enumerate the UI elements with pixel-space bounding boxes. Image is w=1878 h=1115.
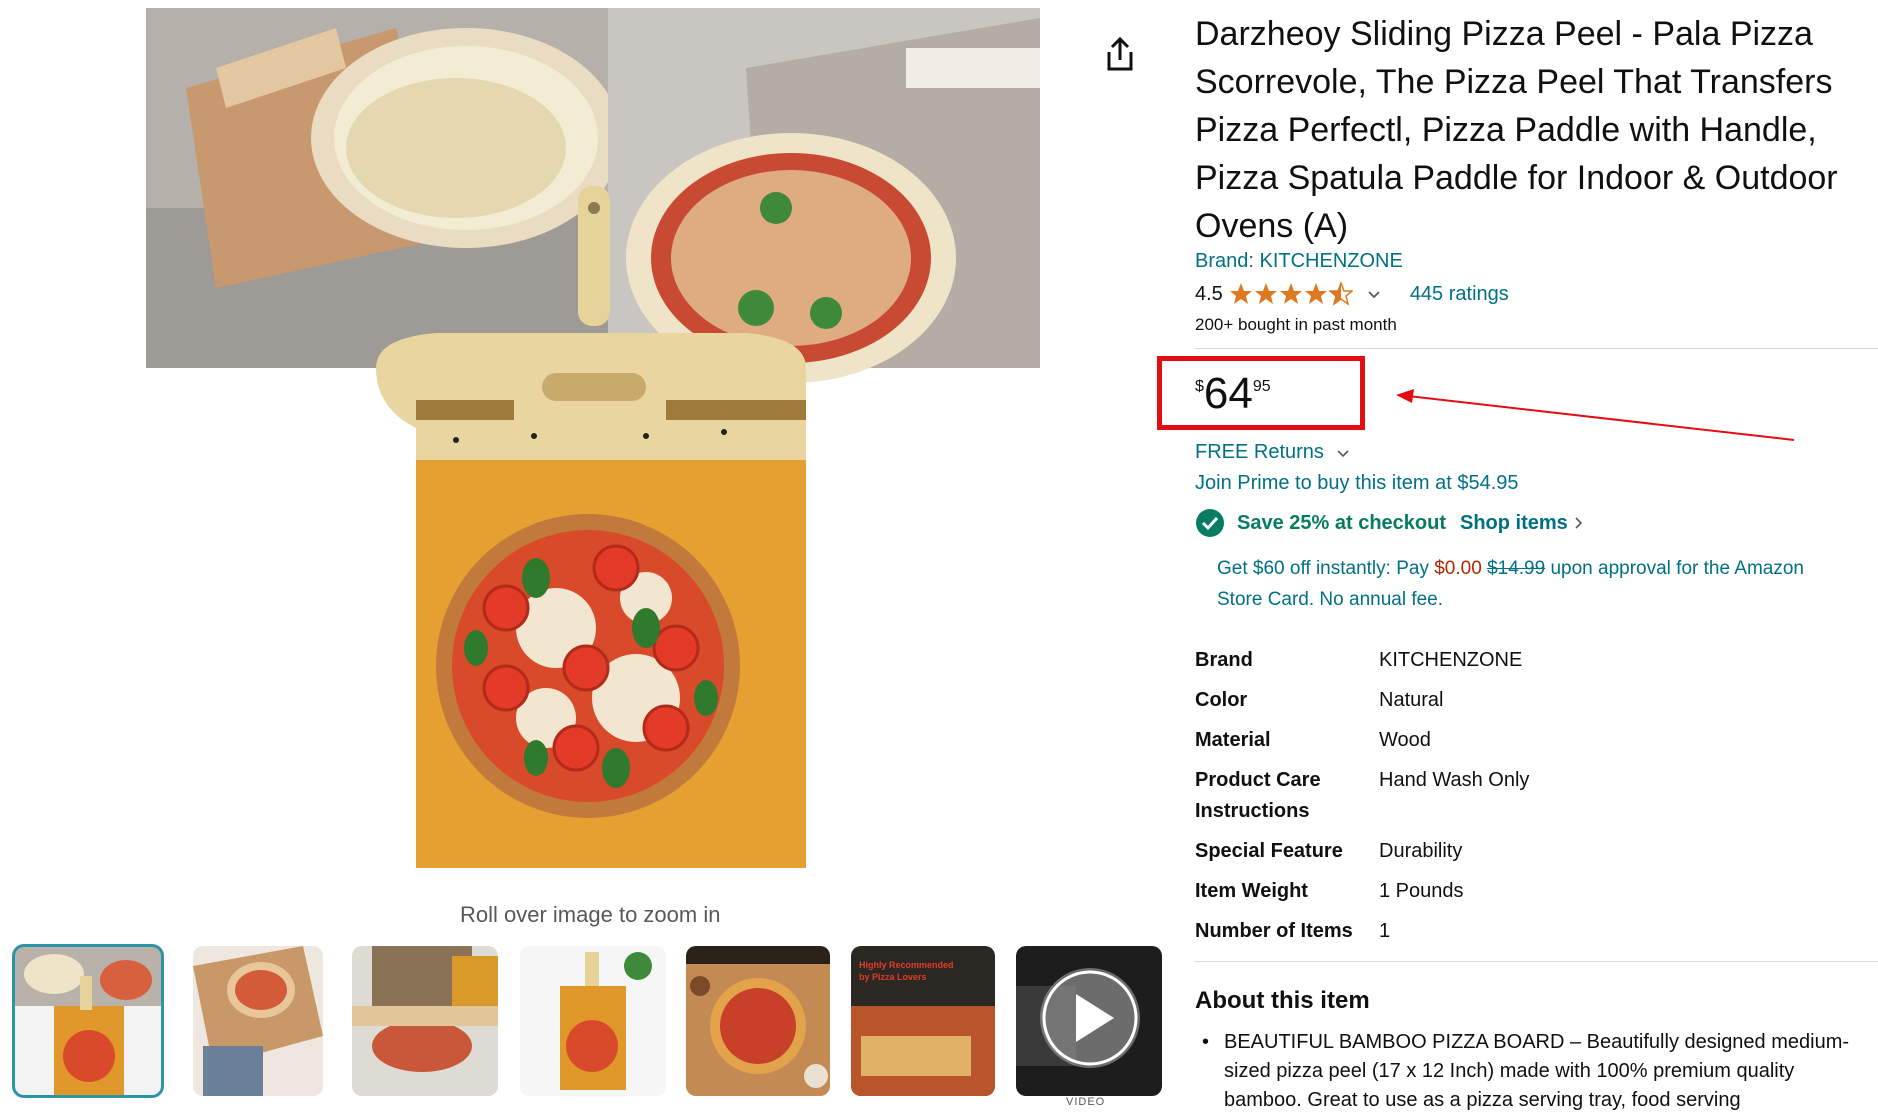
thumbnail-2[interactable]: [193, 946, 323, 1096]
about-heading: About this item: [1195, 987, 1370, 1014]
brand-link[interactable]: Brand: KITCHENZONE: [1195, 250, 1403, 273]
product-title: Darzheoy Sliding Pizza Peel - Pala Pizza…: [1195, 15, 1838, 245]
star-icon: [1254, 283, 1277, 304]
spec-label: Color: [1195, 689, 1248, 711]
prime-offer-link[interactable]: Join Prime to buy this item at $54.95: [1195, 472, 1519, 495]
card-old-price: $14.99: [1487, 558, 1546, 579]
thumbnail-1[interactable]: [12, 944, 164, 1098]
spec-value: Hand Wash Only: [1379, 769, 1530, 791]
ratings-link[interactable]: 445 ratings: [1410, 283, 1509, 306]
spec-label: Brand: [1195, 649, 1253, 671]
coupon-text: Save 25% at checkout: [1237, 511, 1446, 534]
spec-value: Natural: [1379, 689, 1444, 711]
price-whole: 64: [1203, 369, 1253, 418]
spec-label: Material: [1195, 729, 1271, 751]
divider: [1195, 348, 1878, 349]
spec-label: Product Care Instructions: [1195, 769, 1321, 822]
spec-value: 1: [1379, 920, 1391, 942]
spec-label: Number of Items: [1195, 920, 1353, 942]
annotation-arrow: [1396, 389, 1795, 441]
about-bullet: BEAUTIFUL BAMBOO PIZZA BOARD – Beautiful…: [1202, 1028, 1872, 1115]
store-card-offer[interactable]: Get $60 off instantly: Pay $0.00 $14.99 …: [1217, 553, 1837, 615]
video-label: VIDEO: [1066, 1096, 1106, 1108]
rating-row: 4.5 445 ratings: [1195, 280, 1509, 308]
zoom-hint: Roll over image to zoom in: [460, 902, 721, 927]
rating-value: 4.5: [1195, 282, 1223, 305]
spec-value: Durability: [1379, 840, 1463, 862]
shop-items-label: Shop items: [1460, 511, 1568, 534]
coupon-row: Save 25% at checkout Shop items: [1195, 508, 1584, 538]
bought-count: 200+ bought in past month: [1195, 315, 1397, 334]
main-product-image[interactable]: [146, 8, 1040, 888]
svg-text:by Pizza Lovers: by Pizza Lovers: [859, 972, 927, 982]
spec-value: KITCHENZONE: [1379, 649, 1523, 671]
thumbnail-video[interactable]: [1016, 946, 1162, 1096]
chevron-right-icon: [1575, 517, 1582, 529]
star-icon: [1304, 283, 1327, 304]
card-offer-prefix: Get $60 off instantly: Pay: [1217, 558, 1429, 579]
check-circle-icon: [1196, 509, 1224, 537]
half-star-icon: [1328, 282, 1353, 306]
price: $ 64 95: [1195, 372, 1271, 416]
shop-items-link[interactable]: Shop items: [1460, 512, 1584, 535]
free-returns-link[interactable]: FREE Returns: [1195, 441, 1350, 464]
divider: [1195, 961, 1878, 962]
thumbnail-5[interactable]: [686, 946, 830, 1096]
chevron-down-icon[interactable]: [1366, 286, 1382, 302]
star-rating[interactable]: [1229, 282, 1354, 306]
spec-label: Item Weight: [1195, 880, 1308, 902]
thumbnail-4[interactable]: [520, 946, 666, 1096]
spec-value: Wood: [1379, 729, 1431, 751]
star-icon: [1279, 283, 1302, 304]
free-returns-label: FREE Returns: [1195, 441, 1324, 463]
svg-text:Highly Recommended: Highly Recommended: [859, 960, 954, 970]
spec-value: 1 Pounds: [1379, 880, 1464, 902]
spec-label: Special Feature: [1195, 840, 1343, 862]
card-new-price: $0.00: [1434, 558, 1482, 579]
thumbnail-3[interactable]: [352, 946, 498, 1096]
price-fraction: 95: [1252, 378, 1271, 395]
star-icon: [1229, 283, 1252, 304]
chevron-down-icon: [1337, 449, 1349, 457]
share-icon[interactable]: [1100, 34, 1140, 74]
price-symbol: $: [1195, 378, 1204, 395]
thumbnail-6[interactable]: Highly Recommended by Pizza Lovers: [851, 946, 995, 1096]
